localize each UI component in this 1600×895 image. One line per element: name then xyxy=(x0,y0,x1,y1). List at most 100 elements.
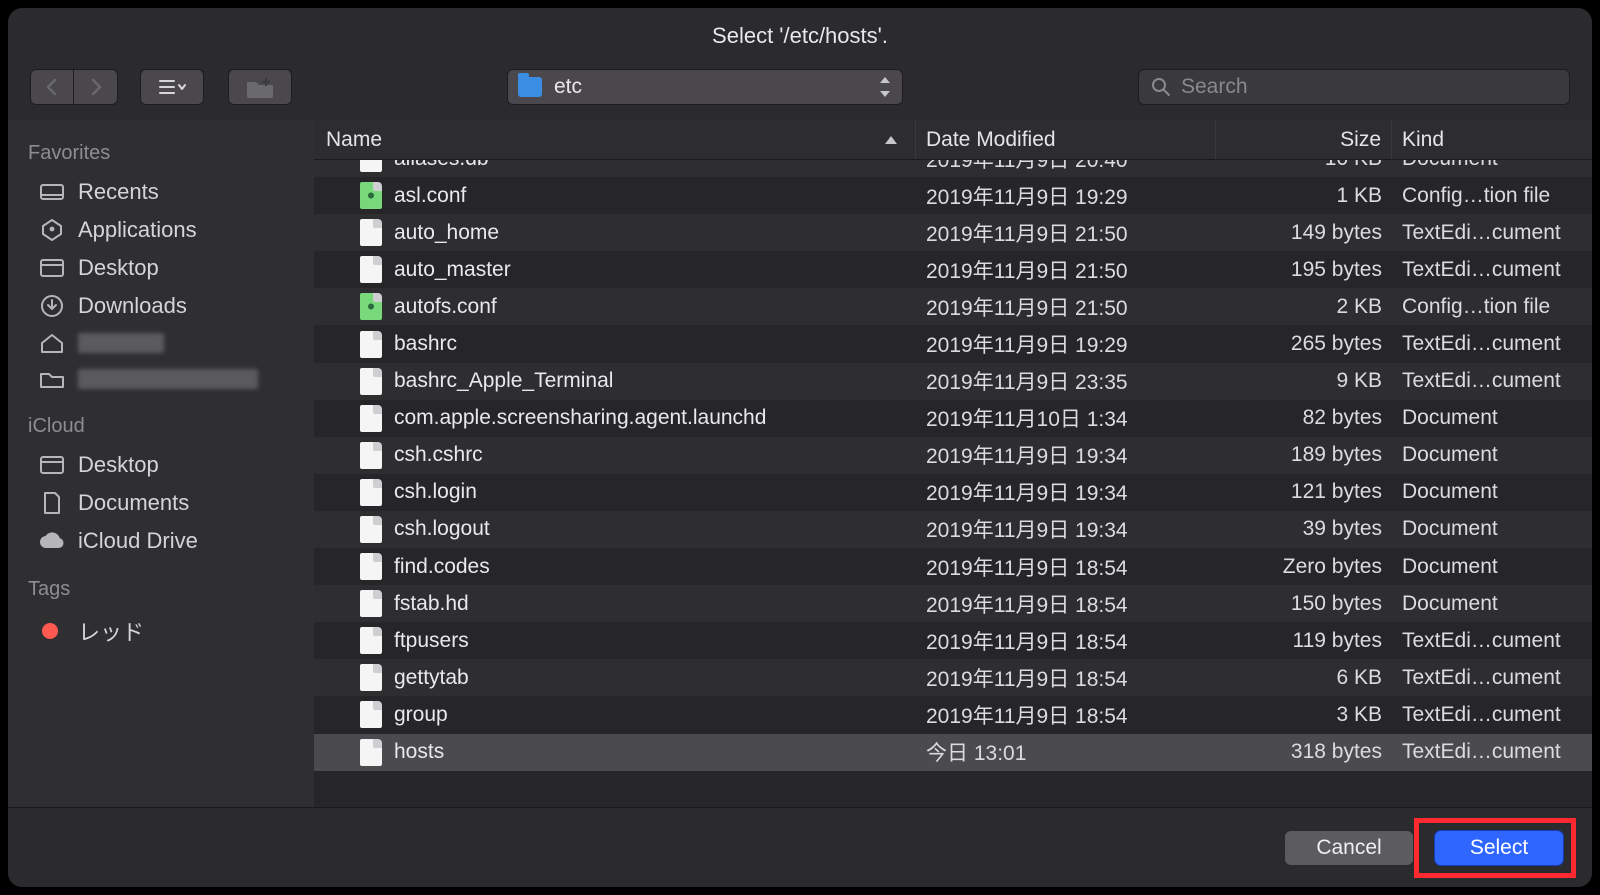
window-title: Select '/etc/hosts'. xyxy=(8,8,1592,64)
file-row[interactable]: com.apple.screensharing.agent.launchd201… xyxy=(314,400,1592,437)
file-name: csh.logout xyxy=(394,517,490,541)
file-row[interactable]: ftpusers2019年11月9日 18:54119 bytesTextEdi… xyxy=(314,622,1592,659)
tag-dot-icon xyxy=(42,623,58,639)
sidebar-item-folder[interactable] xyxy=(8,361,314,397)
file-name: asl.conf xyxy=(394,184,466,208)
sidebar-item-label xyxy=(78,369,258,389)
sidebar-item-label: Desktop xyxy=(78,255,159,281)
config-file-icon xyxy=(360,182,382,209)
sidebar-item-applications[interactable]: Applications xyxy=(8,211,314,249)
applications-icon xyxy=(38,218,66,242)
column-header-kind[interactable]: Kind xyxy=(1392,120,1592,159)
sidebar-item-tag-red[interactable]: レッド xyxy=(8,609,314,653)
file-list[interactable]: aliases.db2019年11月9日 20:4010 KBDocumenta… xyxy=(314,160,1592,807)
file-kind: Document xyxy=(1392,585,1592,622)
file-icon xyxy=(360,701,382,728)
file-name: csh.login xyxy=(394,480,477,504)
file-name: bashrc xyxy=(394,332,457,356)
home-icon xyxy=(38,331,66,355)
file-icon xyxy=(360,553,382,580)
file-date: 2019年11月9日 18:54 xyxy=(916,548,1216,585)
file-row[interactable]: csh.logout2019年11月9日 19:3439 bytesDocume… xyxy=(314,511,1592,548)
recents-icon xyxy=(38,180,66,204)
file-row[interactable]: autofs.conf2019年11月9日 21:502 KBConfig…ti… xyxy=(314,288,1592,325)
sidebar-item-icloud-desktop[interactable]: Desktop xyxy=(8,446,314,484)
column-header-size[interactable]: Size xyxy=(1216,120,1392,159)
search-icon xyxy=(1151,77,1171,97)
file-row[interactable]: bashrc2019年11月9日 19:29265 bytesTextEdi…c… xyxy=(314,325,1592,362)
documents-icon xyxy=(38,491,66,515)
file-row[interactable]: bashrc_Apple_Terminal2019年11月9日 23:359 K… xyxy=(314,363,1592,400)
file-size: 6 KB xyxy=(1216,659,1392,696)
sidebar-item-desktop[interactable]: Desktop xyxy=(8,249,314,287)
file-kind: TextEdi…cument xyxy=(1392,734,1592,771)
search-input[interactable]: Search xyxy=(1138,69,1570,105)
file-kind: TextEdi…cument xyxy=(1392,363,1592,400)
file-date: 2019年11月9日 23:35 xyxy=(916,363,1216,400)
file-kind: TextEdi…cument xyxy=(1392,696,1592,733)
file-kind: TextEdi…cument xyxy=(1392,659,1592,696)
file-name: auto_home xyxy=(394,221,499,245)
file-name: aliases.db xyxy=(394,160,489,171)
back-button[interactable] xyxy=(30,69,74,105)
select-button[interactable]: Select xyxy=(1434,830,1564,866)
sidebar-item-icloud-drive[interactable]: iCloud Drive xyxy=(8,522,314,560)
file-name: bashrc_Apple_Terminal xyxy=(394,369,613,393)
file-kind: Document xyxy=(1392,160,1592,177)
file-size: 82 bytes xyxy=(1216,400,1392,437)
file-name: find.codes xyxy=(394,555,490,579)
file-row[interactable]: find.codes 2019年11月9日 18:54Zero bytesDocu… xyxy=(314,548,1592,585)
file-name: hosts xyxy=(394,740,444,764)
file-size: Zero bytes xyxy=(1216,548,1392,585)
sidebar-item-label: Downloads xyxy=(78,293,187,319)
file-date: 2019年11月9日 21:50 xyxy=(916,288,1216,325)
folder-icon xyxy=(518,77,542,97)
file-row[interactable]: csh.cshrc2019年11月9日 19:34189 bytesDocume… xyxy=(314,437,1592,474)
file-row[interactable]: auto_home2019年11月9日 21:50149 bytesTextEd… xyxy=(314,214,1592,251)
column-header-name[interactable]: Name xyxy=(314,120,916,159)
view-mode-button[interactable] xyxy=(140,69,204,105)
desktop-icon xyxy=(38,256,66,280)
sidebar-item-recents[interactable]: Recents xyxy=(8,173,314,211)
file-size: 195 bytes xyxy=(1216,251,1392,288)
toolbar: etc Search xyxy=(8,64,1592,120)
file-row[interactable]: asl.conf2019年11月9日 19:291 KBConfig…tion … xyxy=(314,177,1592,214)
file-name: com.apple.screensharing.agent.launchd xyxy=(394,406,766,430)
sidebar-item-downloads[interactable]: Downloads xyxy=(8,287,314,325)
column-header-date[interactable]: Date Modified xyxy=(916,120,1216,159)
downloads-icon xyxy=(38,294,66,318)
sidebar: Favorites Recents Applications Desktop D… xyxy=(8,120,314,807)
file-name: csh.cshrc xyxy=(394,443,483,467)
file-date: 2019年11月9日 19:34 xyxy=(916,474,1216,511)
file-kind: Document xyxy=(1392,548,1592,585)
new-folder-button[interactable] xyxy=(228,69,292,105)
file-kind: TextEdi…cument xyxy=(1392,251,1592,288)
file-icon xyxy=(360,627,382,654)
file-size: 189 bytes xyxy=(1216,437,1392,474)
file-row[interactable]: csh.login2019年11月9日 19:34121 bytesDocume… xyxy=(314,474,1592,511)
file-row[interactable]: aliases.db2019年11月9日 20:4010 KBDocument xyxy=(314,160,1592,177)
file-row[interactable]: group2019年11月9日 18:543 KBTextEdi…cument xyxy=(314,696,1592,733)
file-size: 150 bytes xyxy=(1216,585,1392,622)
file-icon xyxy=(360,479,382,506)
file-row[interactable]: fstab.hd2019年11月9日 18:54150 bytesDocumen… xyxy=(314,585,1592,622)
cancel-button[interactable]: Cancel xyxy=(1284,830,1414,866)
sidebar-item-label: Recents xyxy=(78,179,159,205)
file-size: 119 bytes xyxy=(1216,622,1392,659)
file-name: ftpusers xyxy=(394,629,469,653)
sidebar-item-label: Desktop xyxy=(78,452,159,478)
file-date: 2019年11月9日 18:54 xyxy=(916,696,1216,733)
sidebar-item-icloud-documents[interactable]: Documents xyxy=(8,484,314,522)
sidebar-item-home[interactable] xyxy=(8,325,314,361)
path-label: etc xyxy=(554,75,582,99)
file-row[interactable]: auto_master2019年11月9日 21:50195 bytesText… xyxy=(314,251,1592,288)
file-kind: Config…tion file xyxy=(1392,177,1592,214)
file-icon xyxy=(360,739,382,766)
file-kind: Config…tion file xyxy=(1392,288,1592,325)
forward-button[interactable] xyxy=(74,69,118,105)
config-file-icon xyxy=(360,293,382,320)
file-row[interactable]: gettytab2019年11月9日 18:546 KBTextEdi…cume… xyxy=(314,659,1592,696)
path-selector[interactable]: etc xyxy=(507,69,903,105)
sidebar-item-label: Documents xyxy=(78,490,189,516)
file-row[interactable]: hosts今日 13:01318 bytesTextEdi…cument xyxy=(314,734,1592,771)
